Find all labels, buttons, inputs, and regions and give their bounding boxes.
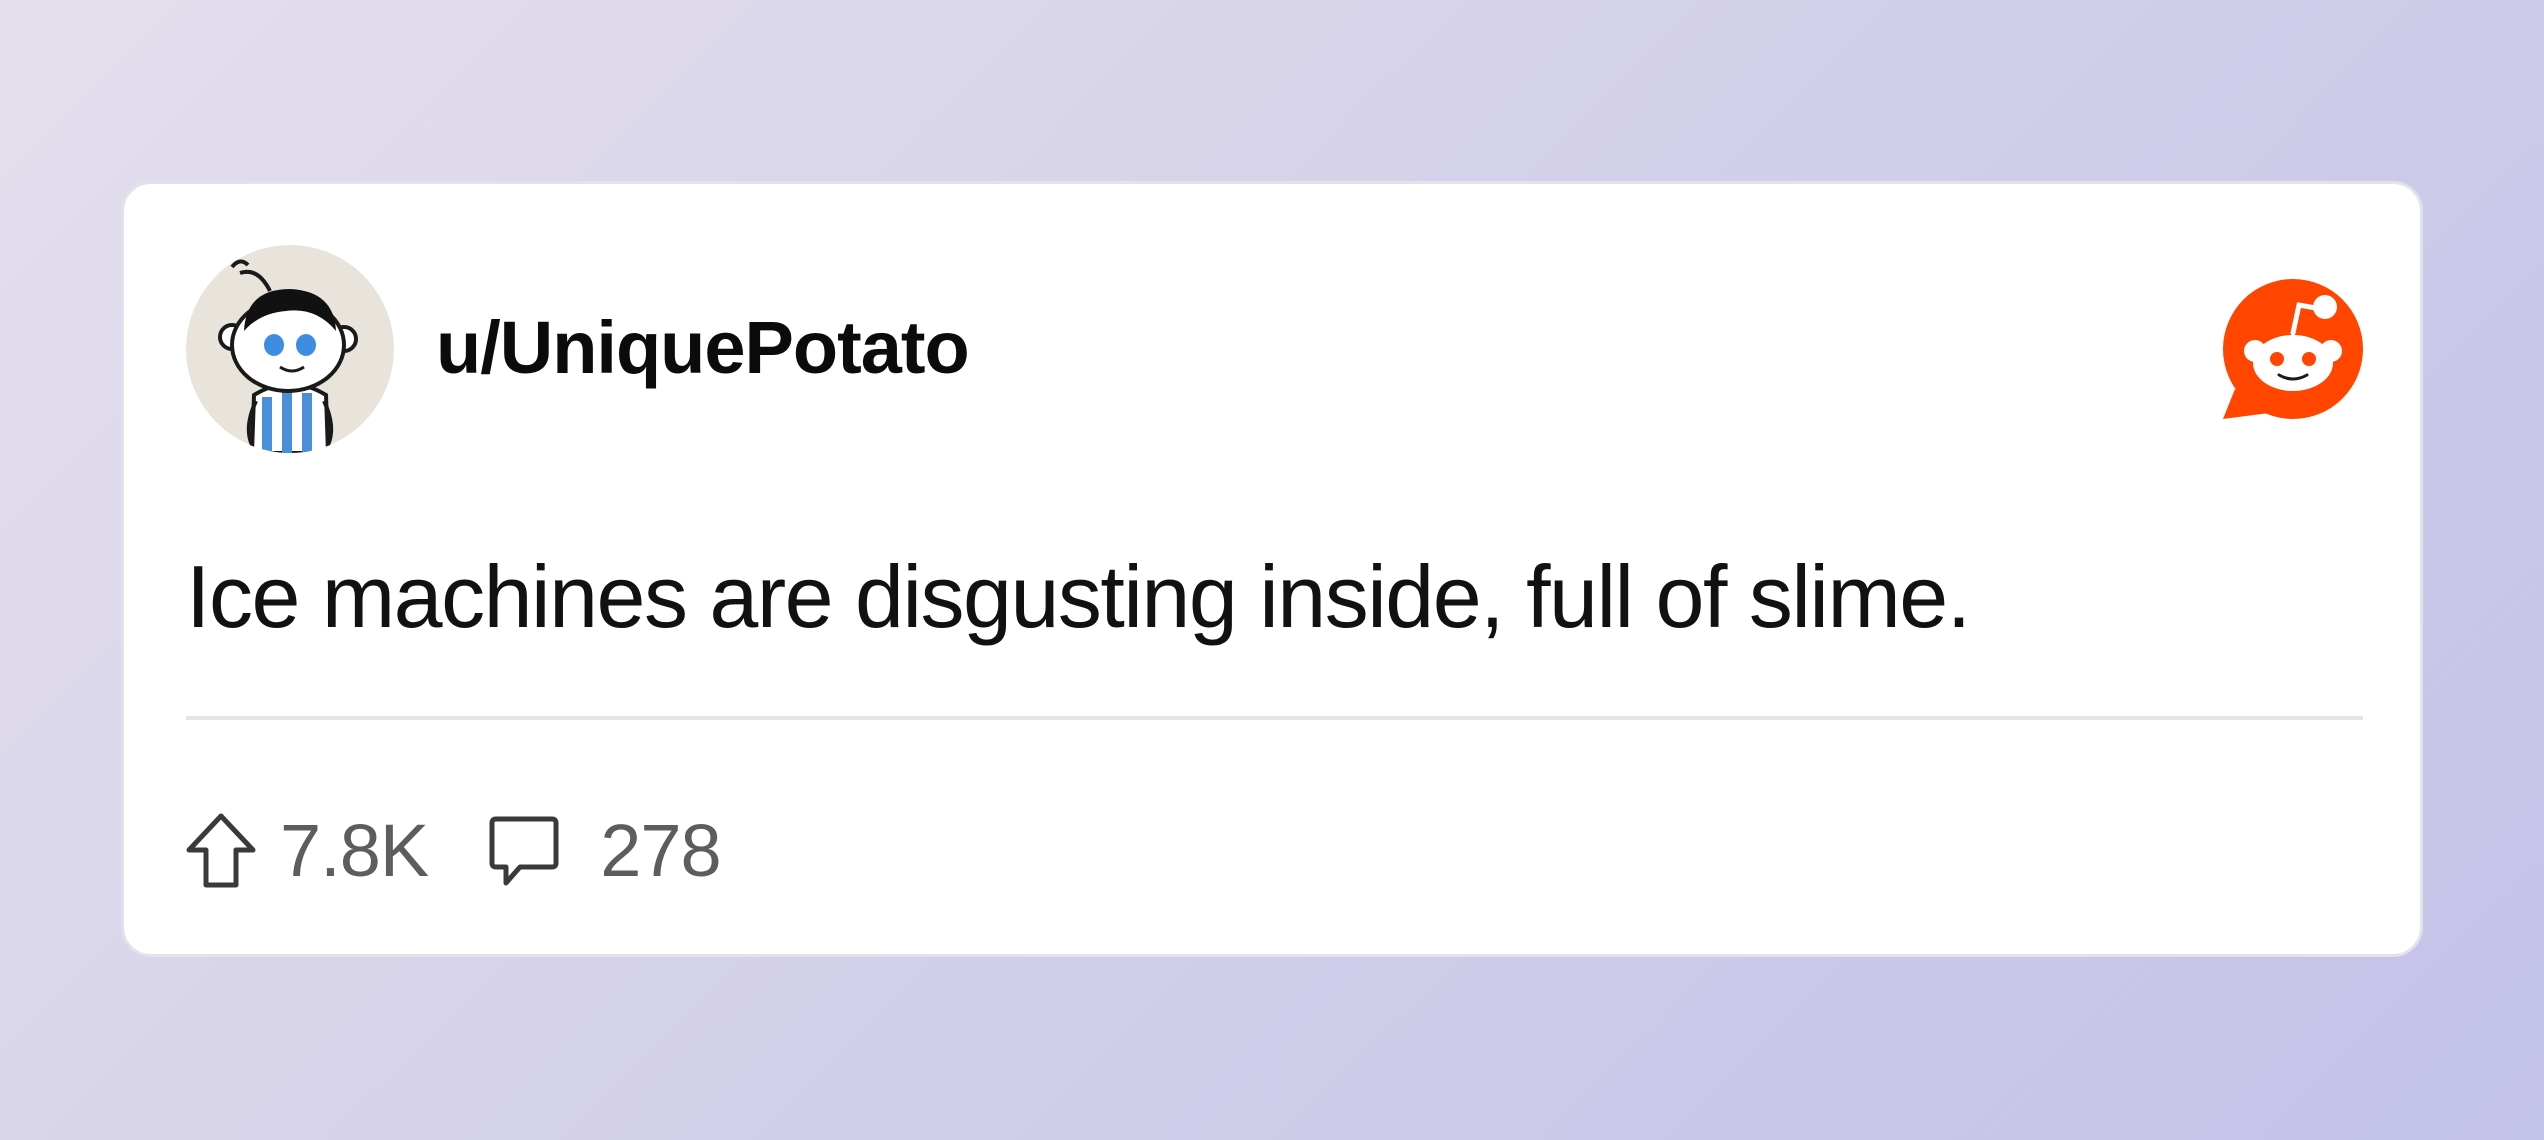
upvote-arrow-icon — [186, 813, 256, 888]
post-card[interactable]: u/UniquePotato Ice machines are disgusti… — [121, 181, 2423, 957]
comments-button[interactable]: 278 — [488, 806, 722, 896]
post-actions: 7.8K 278 — [184, 796, 722, 906]
upvote-button[interactable]: 7.8K — [184, 806, 429, 896]
post-text: Ice machines are disgusting inside, full… — [186, 547, 1971, 646]
divider — [186, 716, 2363, 720]
reddit-logo-icon — [2217, 279, 2367, 429]
comment-count: 278 — [600, 809, 721, 892]
username[interactable]: u/UniquePotato — [436, 303, 970, 393]
upvote-count: 7.8K — [280, 809, 429, 892]
user-avatar[interactable] — [186, 245, 394, 453]
snoo-avatar-icon — [186, 245, 394, 453]
comment-bubble-icon — [489, 816, 559, 886]
